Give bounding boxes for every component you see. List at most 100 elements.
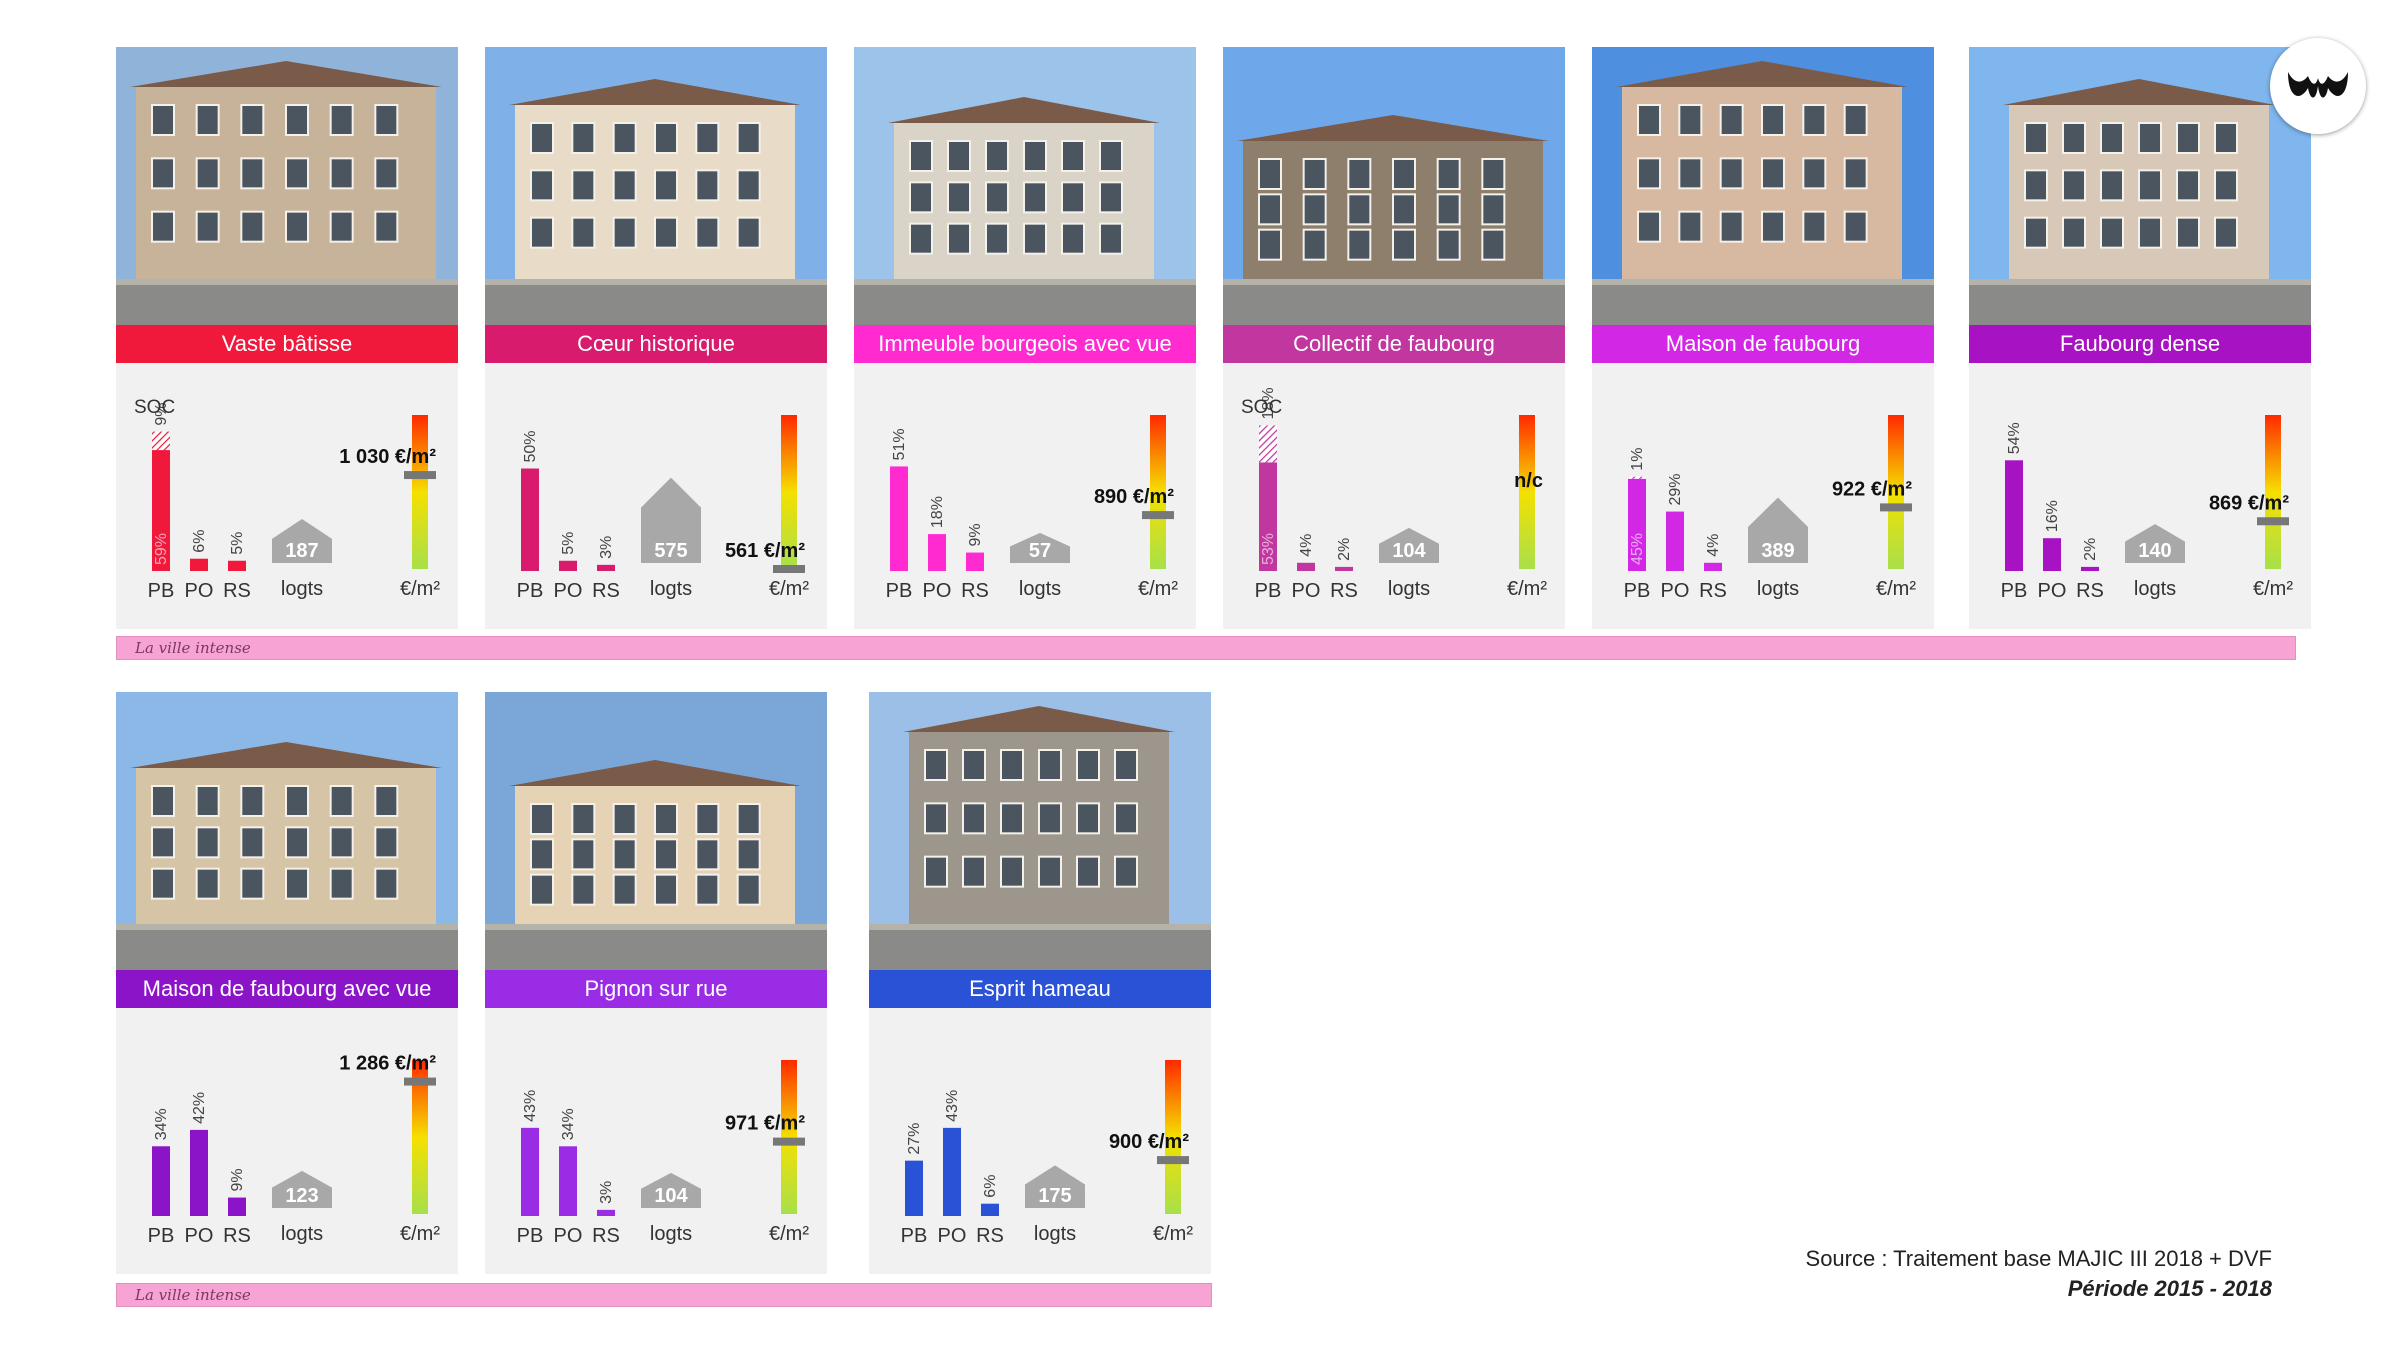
window bbox=[1678, 104, 1703, 136]
window bbox=[374, 104, 399, 136]
street bbox=[116, 928, 458, 970]
logements-label: logts bbox=[650, 578, 692, 600]
bar-pb bbox=[905, 1160, 923, 1216]
price-value: 1 286 €/m² bbox=[339, 1053, 436, 1075]
street bbox=[116, 283, 458, 325]
bar-rs bbox=[2081, 566, 2099, 571]
price-value: 869 €/m² bbox=[2209, 492, 2289, 514]
logements-label: logts bbox=[650, 1223, 692, 1245]
window bbox=[2138, 216, 2162, 249]
logements-label: logts bbox=[1019, 578, 1061, 600]
category-label: PO bbox=[554, 580, 583, 602]
window bbox=[2214, 122, 2238, 154]
window bbox=[1761, 210, 1785, 243]
window bbox=[1099, 222, 1123, 255]
logements-label: logts bbox=[1034, 1223, 1076, 1245]
window bbox=[374, 785, 399, 817]
window bbox=[240, 826, 265, 859]
photo-canvas bbox=[1223, 47, 1565, 325]
bar-po bbox=[190, 1129, 208, 1216]
window bbox=[374, 826, 399, 859]
window bbox=[374, 867, 399, 900]
window bbox=[962, 855, 986, 888]
window bbox=[151, 785, 175, 817]
window bbox=[1258, 158, 1282, 190]
window bbox=[1258, 228, 1282, 261]
street bbox=[485, 928, 827, 970]
logements-value: 123 bbox=[285, 1185, 318, 1207]
window bbox=[736, 838, 761, 871]
bar-rs bbox=[966, 552, 984, 571]
price-value: 1 030 €/m² bbox=[339, 446, 436, 468]
stats-chart: 50% PB 5% PO 3% RS 575 logts 561 €/m² €/m² bbox=[517, 415, 809, 602]
stats-chart: 9%59%PB6%PO5%RSSOC187logts1 030 €/m²€/m² bbox=[134, 397, 440, 602]
window bbox=[612, 216, 637, 249]
window bbox=[285, 157, 309, 190]
window bbox=[1761, 104, 1785, 136]
typology-title: Esprit hameau bbox=[869, 970, 1211, 1008]
window bbox=[285, 785, 309, 817]
window bbox=[947, 222, 971, 255]
bar-rs bbox=[597, 1209, 615, 1216]
window bbox=[654, 216, 678, 249]
window bbox=[1347, 228, 1372, 261]
window bbox=[1802, 210, 1827, 243]
window bbox=[1843, 104, 1868, 136]
window bbox=[2138, 169, 2162, 202]
category-label: PO bbox=[923, 580, 952, 602]
window bbox=[571, 122, 596, 154]
window bbox=[909, 181, 933, 214]
window bbox=[1099, 140, 1123, 172]
soc-label: SOC bbox=[134, 397, 175, 418]
building-photo bbox=[485, 692, 827, 970]
bar-value-label: 59% bbox=[153, 533, 170, 565]
street bbox=[854, 283, 1196, 325]
building-photo bbox=[116, 692, 458, 970]
bar-value-label: 29% bbox=[1667, 474, 1684, 506]
logements-value: 187 bbox=[285, 540, 318, 562]
window bbox=[2062, 122, 2086, 154]
bar-value-label: 6% bbox=[191, 530, 208, 553]
bar-pb bbox=[890, 466, 908, 571]
window bbox=[736, 169, 761, 202]
window bbox=[1637, 157, 1661, 190]
window bbox=[2138, 122, 2162, 154]
price-marker bbox=[2257, 517, 2289, 526]
category-label: PO bbox=[1292, 580, 1321, 602]
window bbox=[329, 104, 354, 136]
window bbox=[285, 826, 309, 859]
window bbox=[962, 749, 986, 781]
building-photo bbox=[1969, 47, 2311, 325]
window bbox=[1038, 802, 1062, 835]
price-marker bbox=[1880, 503, 1912, 512]
window bbox=[285, 210, 309, 243]
window bbox=[1099, 181, 1123, 214]
price-marker bbox=[773, 565, 805, 573]
street bbox=[1969, 283, 2311, 325]
category-label: PB bbox=[517, 1225, 544, 1247]
window bbox=[329, 157, 354, 190]
price-marker bbox=[404, 471, 436, 480]
stats-chart: 27% PB 43% PO 6% RS 175 logts 900 €/m² €/m² bbox=[901, 1060, 1193, 1247]
logements-value: 389 bbox=[1761, 540, 1794, 562]
logements-label: logts bbox=[2134, 578, 2176, 600]
window bbox=[962, 802, 986, 835]
typology-card-2: Cœur historique 50% PB 5% PO 3% RS 575 logts 561… bbox=[485, 47, 827, 629]
typology-title: Cœur historique bbox=[485, 325, 827, 363]
window bbox=[195, 826, 220, 859]
logements-value: 104 bbox=[654, 1185, 688, 1207]
logements-value: 575 bbox=[654, 540, 687, 562]
window bbox=[654, 838, 678, 871]
logements-label: logts bbox=[281, 1223, 323, 1245]
window bbox=[2100, 122, 2124, 154]
window bbox=[1023, 181, 1047, 214]
window bbox=[1038, 855, 1062, 888]
bar-value-label: 3% bbox=[598, 536, 615, 559]
window bbox=[909, 222, 933, 255]
typology-title: Vaste bâtisse bbox=[116, 325, 458, 363]
bar-rs bbox=[228, 560, 246, 571]
bar-po bbox=[190, 558, 208, 571]
building-photo bbox=[116, 47, 458, 325]
category-label: PB bbox=[1624, 580, 1651, 602]
price-unit-label: €/m² bbox=[1153, 1223, 1193, 1245]
